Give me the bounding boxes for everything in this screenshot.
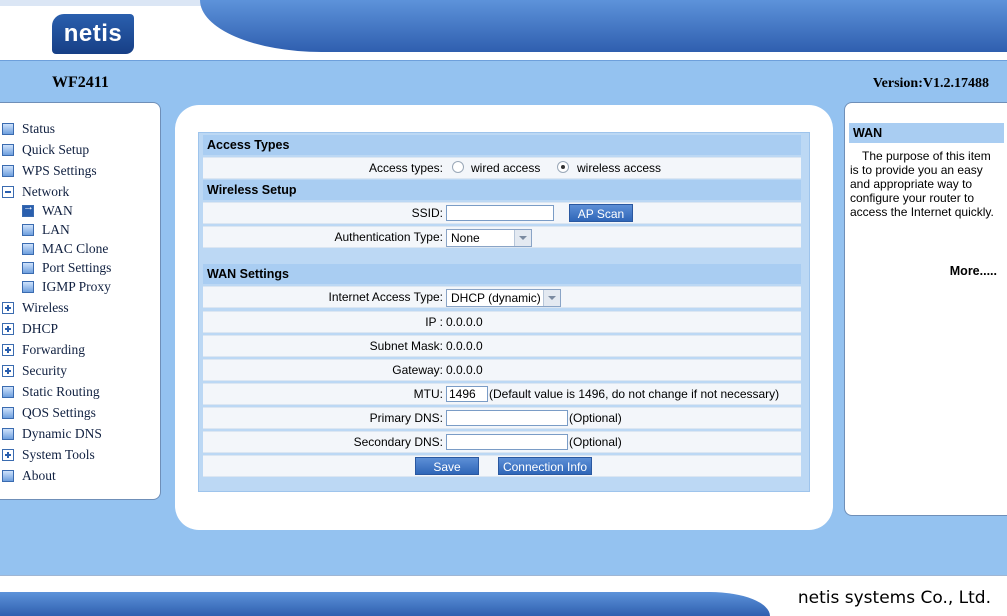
sidebar-item-label: Network	[22, 184, 70, 199]
auth-type-select[interactable]: None	[446, 229, 532, 247]
netis-logo: netis	[52, 14, 134, 54]
mtu-label: MTU:	[413, 387, 443, 401]
secondary-dns-label: Secondary DNS:	[353, 435, 443, 449]
sidebar-item-label: IGMP Proxy	[42, 279, 111, 294]
page-icon	[22, 243, 34, 255]
help-more-link[interactable]: More.....	[950, 264, 997, 278]
sidebar-item-label: Dynamic DNS	[22, 426, 102, 441]
sidebar-item-label: About	[22, 468, 56, 483]
plus-icon	[2, 302, 14, 314]
page-icon	[22, 262, 34, 274]
row-secondary-dns: Secondary DNS: (Optional)	[203, 431, 801, 453]
plus-icon	[2, 449, 14, 461]
sidebar-item-label: Security	[22, 363, 67, 378]
sidebar-item-label: MAC Clone	[42, 241, 109, 256]
internet-access-type-label: Internet Access Type:	[328, 290, 443, 304]
wired-access-label: wired access	[471, 161, 541, 175]
subnet-mask-value: 0.0.0.0	[446, 339, 483, 353]
sidebar-item-label: DHCP	[22, 321, 59, 336]
row-mtu: MTU: 1496 (Default value is 1496, do not…	[203, 383, 801, 405]
connection-info-button[interactable]: Connection Info	[498, 457, 592, 475]
gateway-value: 0.0.0.0	[446, 363, 483, 377]
sidebar-item-label: System Tools	[22, 447, 95, 462]
internet-access-type-select[interactable]: DHCP (dynamic)	[446, 289, 561, 307]
row-primary-dns: Primary DNS: (Optional)	[203, 407, 801, 429]
sidebar-nav: Status Quick Setup WPS Settings Network WAN L…	[0, 102, 161, 500]
row-auth-type: Authentication Type: None	[203, 226, 801, 248]
auth-type-label: Authentication Type:	[334, 230, 443, 244]
page-icon	[2, 123, 14, 135]
secondary-dns-optional: (Optional)	[569, 435, 622, 449]
page-icon	[2, 165, 14, 177]
wireless-access-label: wireless access	[577, 161, 662, 175]
plus-icon	[2, 323, 14, 335]
access-types-label: Access types:	[368, 161, 443, 175]
primary-dns-input[interactable]	[446, 410, 568, 426]
sidebar-item-label: Port Settings	[42, 260, 112, 275]
arrow-icon	[22, 201, 34, 217]
wireless-access-radio[interactable]	[557, 161, 569, 173]
plus-icon	[2, 365, 14, 377]
page-icon	[22, 224, 34, 236]
chevron-down-icon	[514, 230, 531, 246]
chevron-down-icon	[543, 290, 560, 306]
ssid-label: SSID:	[411, 206, 443, 220]
primary-dns-optional: (Optional)	[569, 411, 622, 425]
page-icon	[2, 386, 14, 398]
section-access-types: Access Types	[203, 135, 801, 155]
row-buttons: Save Connection Info	[203, 455, 801, 477]
sidebar-item-label: QOS Settings	[22, 405, 96, 420]
sidebar-item-label: WPS Settings	[22, 163, 97, 178]
mtu-input[interactable]: 1496	[446, 386, 488, 402]
secondary-dns-input[interactable]	[446, 434, 568, 450]
section-wan-settings: WAN Settings	[203, 264, 801, 284]
row-subnet-mask: Subnet Mask: 0.0.0.0	[203, 335, 801, 357]
footer: netis systems Co., Ltd.	[0, 575, 1007, 616]
row-internet-access-type: Internet Access Type: DHCP (dynamic)	[203, 286, 801, 308]
sidebar-item-label: Wireless	[22, 300, 69, 315]
sidebar-item-label: LAN	[42, 222, 70, 237]
page-icon	[2, 407, 14, 419]
row-access-types: Access types: wired access wireless acce…	[203, 157, 801, 179]
primary-dns-label: Primary DNS:	[369, 411, 443, 425]
help-panel: WAN The purpose of this item is to provi…	[844, 102, 1007, 516]
row-ip: IP : 0.0.0.0	[203, 311, 801, 333]
mtu-note: (Default value is 1496, do not change if…	[489, 387, 780, 401]
page-icon	[2, 470, 14, 482]
row-gateway: Gateway: 0.0.0.0	[203, 359, 801, 381]
ip-value: 0.0.0.0	[446, 315, 483, 329]
sidebar-item-label: WAN	[42, 203, 73, 218]
sidebar-item-label: Forwarding	[22, 342, 85, 357]
model-bar	[0, 60, 1007, 103]
sidebar-item-label: Status	[22, 121, 56, 136]
footer-band	[0, 592, 770, 616]
settings-form: Access Types Access types: wired access …	[198, 132, 810, 492]
minus-icon	[2, 186, 14, 198]
plus-icon	[2, 344, 14, 356]
gateway-label: Gateway:	[392, 363, 443, 377]
save-button[interactable]: Save	[415, 457, 479, 475]
page-icon	[2, 144, 14, 156]
auth-type-value: None	[451, 231, 480, 245]
subnet-mask-label: Subnet Mask:	[369, 339, 443, 353]
footer-company: netis systems Co., Ltd.	[797, 588, 991, 608]
help-title: WAN	[849, 123, 1004, 143]
page-icon	[22, 281, 34, 293]
main-panel: Access Types Access types: wired access …	[175, 105, 833, 530]
model-name: WF2411	[52, 74, 109, 91]
internet-access-type-value: DHCP (dynamic)	[451, 291, 541, 305]
wired-access-radio[interactable]	[452, 161, 464, 173]
section-wireless-setup: Wireless Setup	[203, 180, 801, 200]
sidebar-item-label: Quick Setup	[22, 142, 90, 157]
row-ssid: SSID: AP Scan	[203, 202, 801, 224]
help-text: The purpose of this item is to provide y…	[850, 149, 994, 219]
ssid-input[interactable]	[446, 205, 554, 221]
sidebar-item-label: Static Routing	[22, 384, 100, 399]
header-band	[200, 0, 1007, 52]
header: netis	[0, 0, 1007, 60]
ap-scan-button[interactable]: AP Scan	[569, 204, 633, 222]
page-icon	[2, 428, 14, 440]
ip-label: IP :	[425, 315, 443, 329]
firmware-version: Version:V1.2.17488	[872, 76, 989, 91]
